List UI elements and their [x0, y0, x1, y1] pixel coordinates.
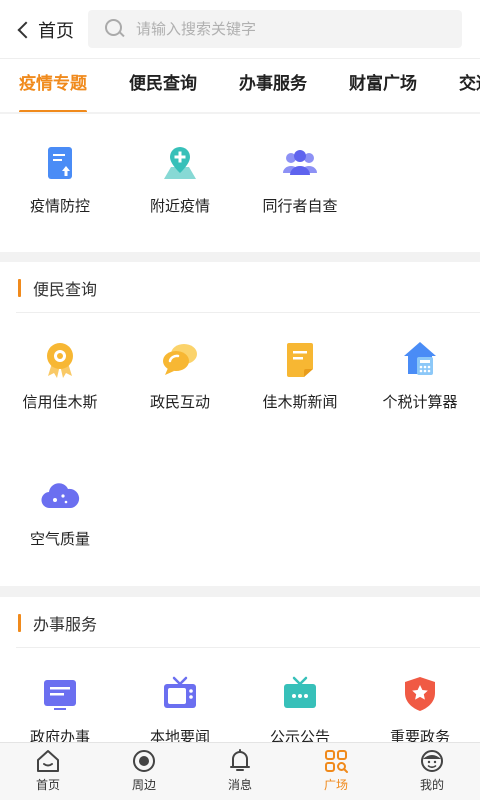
nearby-circle-icon: [133, 750, 155, 772]
grid-item-label: 疫情防控: [29, 197, 90, 215]
grid-item-tax-calc[interactable]: 个税计算器: [360, 339, 480, 412]
nav-label: 我的: [419, 778, 444, 792]
grid-item-jms-news[interactable]: 佳木斯新闻: [240, 339, 360, 412]
grid-item-air-quality[interactable]: 空气质量: [0, 476, 120, 549]
tv-news-icon: [164, 676, 196, 708]
nav-messages[interactable]: 消息: [192, 743, 288, 800]
nav-label: 首页: [35, 778, 60, 792]
tax-calculator-icon: [404, 342, 436, 375]
search-input[interactable]: [136, 20, 416, 38]
grid-item-label: 空气质量: [29, 530, 90, 548]
epidemic-section: 疫情防控 附近疫情 同行者自查: [0, 114, 480, 252]
tab-services[interactable]: 办事服务: [239, 59, 307, 112]
notice-board-icon: [284, 676, 316, 708]
divider: [16, 312, 480, 313]
nav-label: 广场: [323, 778, 348, 792]
square-grid-icon: [325, 750, 348, 773]
bottom-navigation: 首页 周边 消息 广场 我的: [0, 742, 480, 800]
section-header: 便民查询: [18, 278, 98, 299]
grid-item-companion-check[interactable]: 同行者自查: [240, 143, 360, 216]
government-affairs-icon: [44, 680, 76, 710]
tab-convenience[interactable]: 便民查询: [129, 59, 197, 112]
app-root: 首页 疫情专题 便民查询 办事服务 财富广场 交通 疫情防控: [0, 0, 480, 800]
section-header: 办事服务: [18, 613, 98, 634]
grid-item-credit[interactable]: 信用佳木斯: [0, 339, 120, 412]
cloud-icon: [41, 483, 80, 509]
grid-item-gov-affairs[interactable]: 政府办事: [0, 674, 120, 747]
tab-epidemic[interactable]: 疫情专题: [19, 59, 87, 112]
nav-square[interactable]: 广场: [288, 743, 384, 800]
convenience-section: 便民查询 信用佳木斯 政民互动 佳木斯新闻 个税计算器 空气质量: [0, 262, 480, 586]
nav-nearby[interactable]: 周边: [96, 743, 192, 800]
grid-item-important-affairs[interactable]: 重要政务: [360, 674, 480, 747]
nav-label: 周边: [131, 778, 156, 792]
nav-label: 消息: [227, 778, 252, 792]
top-bar: 首页: [0, 0, 480, 58]
section-accent-bar: [18, 614, 21, 632]
grid-item-local-news[interactable]: 本地要闻: [120, 674, 240, 747]
profile-icon: [421, 750, 443, 772]
grid-item-public-notice[interactable]: 公示公告: [240, 674, 360, 747]
grid-item-label: 政民互动: [149, 393, 210, 411]
grid-item-label: 佳木斯新闻: [262, 393, 338, 411]
grid-item-nearby-epidemic[interactable]: 附近疫情: [120, 143, 240, 216]
chat-bubbles-icon: [163, 344, 197, 375]
credit-medal-icon: [47, 343, 73, 378]
section-accent-bar: [18, 279, 21, 297]
tab-wealth[interactable]: 财富广场: [349, 59, 417, 112]
nav-profile[interactable]: 我的: [384, 743, 480, 800]
divider: [16, 647, 480, 648]
grid-item-label: 附近疫情: [149, 197, 210, 215]
group-people-icon: [283, 150, 317, 175]
news-document-icon: [287, 343, 313, 377]
back-button[interactable]: 首页: [14, 14, 74, 46]
category-tabs: 疫情专题 便民查询 办事服务 财富广场 交通: [0, 58, 480, 112]
grid-item-label: 同行者自查: [262, 197, 338, 215]
document-upload-icon: [48, 147, 72, 179]
services-section: 办事服务 政府办事 本地要闻 公示公告 重要政务: [0, 597, 480, 746]
star-shield-icon: [405, 677, 435, 711]
back-label: 首页: [38, 21, 74, 42]
search-bar[interactable]: [88, 10, 462, 48]
section-title: 便民查询: [33, 280, 98, 299]
grid-item-interaction[interactable]: 政民互动: [120, 339, 240, 412]
grid-item-label: 个税计算器: [382, 393, 458, 411]
home-icon: [37, 750, 59, 772]
nav-home[interactable]: 首页: [0, 743, 96, 800]
chevron-left-icon: [17, 21, 35, 39]
grid-item-epidemic-control[interactable]: 疫情防控: [0, 143, 120, 216]
map-pin-plus-icon: [164, 147, 196, 179]
tab-traffic[interactable]: 交通: [459, 59, 480, 112]
section-title: 办事服务: [33, 615, 98, 634]
bell-icon: [230, 749, 250, 771]
grid-item-label: 信用佳木斯: [22, 393, 98, 411]
search-icon: [104, 18, 126, 40]
